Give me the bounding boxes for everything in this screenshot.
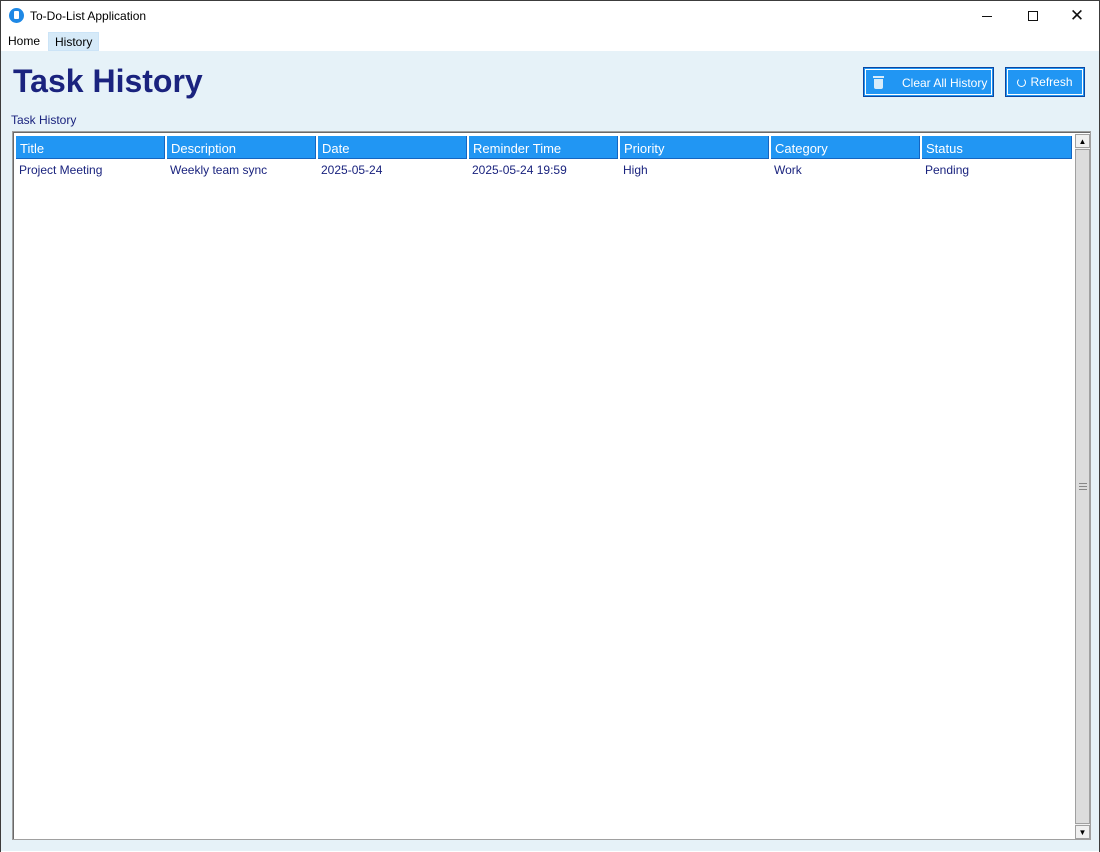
table-row[interactable]: Project Meeting Weekly team sync 2025-05…	[15, 163, 1073, 181]
app-icon	[9, 8, 24, 23]
refresh-icon	[1017, 77, 1027, 87]
clear-all-history-label: Clear All History	[902, 76, 988, 90]
scroll-thumb[interactable]	[1075, 149, 1090, 824]
task-history-grid[interactable]: Title Description Date Reminder Time Pri…	[12, 131, 1091, 840]
cell-title: Project Meeting	[19, 163, 103, 177]
column-header-date[interactable]: Date	[317, 135, 468, 160]
maximize-icon	[1028, 11, 1038, 21]
column-header-status[interactable]: Status	[921, 135, 1073, 160]
chevron-down-icon: ▼	[1078, 827, 1087, 837]
chevron-up-icon: ▲	[1078, 136, 1087, 146]
close-button[interactable]: ✕	[1054, 1, 1100, 31]
cell-description: Weekly team sync	[170, 163, 268, 177]
grip-icon	[1079, 483, 1087, 490]
app-window: To-Do-List Application ✕ Home History Ta…	[0, 0, 1100, 852]
column-header-priority[interactable]: Priority	[619, 135, 770, 160]
cell-status: Pending	[925, 163, 970, 177]
minimize-button[interactable]	[964, 1, 1010, 31]
page-title: Task History	[13, 63, 203, 99]
column-header-category[interactable]: Category	[770, 135, 921, 160]
scroll-up-button[interactable]: ▲	[1075, 134, 1090, 148]
vertical-scrollbar[interactable]: ▲ ▼	[1075, 134, 1090, 839]
column-header-reminder-time[interactable]: Reminder Time	[468, 135, 619, 160]
refresh-label: Refresh	[1030, 75, 1073, 89]
cell-priority: High	[623, 163, 648, 177]
history-panel: Task History Clear All History Refresh T…	[1, 51, 1099, 851]
trash-icon	[873, 76, 884, 89]
grid-body: Title Description Date Reminder Time Pri…	[15, 135, 1073, 839]
close-icon: ✕	[1069, 5, 1085, 26]
minimize-icon	[982, 15, 992, 17]
clear-all-history-button[interactable]: Clear All History	[863, 67, 994, 97]
cell-reminder-time: 2025-05-24 19:59	[472, 163, 567, 177]
window-title: To-Do-List Application	[30, 9, 147, 23]
refresh-button[interactable]: Refresh	[1005, 67, 1085, 97]
section-label: Task History	[11, 113, 77, 127]
menu-item-home[interactable]: Home	[2, 32, 46, 51]
scroll-down-button[interactable]: ▼	[1075, 825, 1090, 839]
cell-date: 2025-05-24	[321, 163, 383, 177]
column-header-description[interactable]: Description	[166, 135, 317, 160]
grid-header: Title Description Date Reminder Time Pri…	[15, 135, 1073, 160]
menu-bar: Home History	[1, 31, 1099, 51]
cell-category: Work	[774, 163, 802, 177]
maximize-button[interactable]	[1010, 1, 1056, 31]
title-bar[interactable]: To-Do-List Application ✕	[1, 1, 1099, 31]
column-header-title[interactable]: Title	[15, 135, 166, 160]
menu-item-history[interactable]: History	[48, 32, 100, 51]
